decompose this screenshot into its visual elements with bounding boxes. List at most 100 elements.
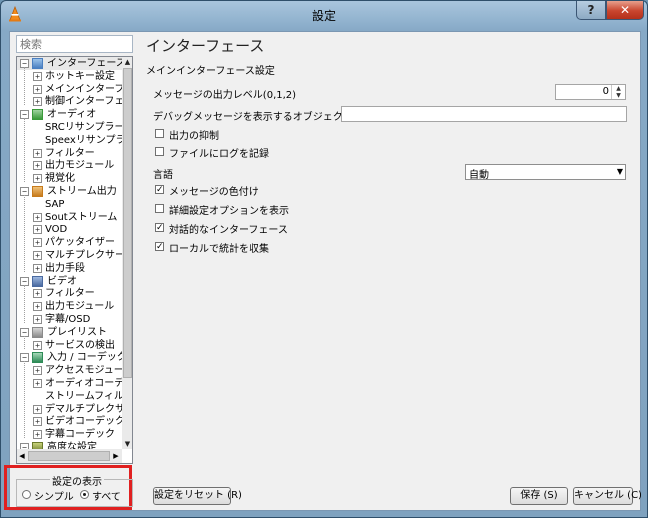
expand-icon[interactable]: + <box>33 212 42 222</box>
tree-item[interactable]: +メインインターフェー <box>17 83 122 96</box>
verbosity-spinbox[interactable]: 0 ▲ ▼ <box>555 84 626 100</box>
expand-icon[interactable]: + <box>33 379 42 388</box>
reset-preferences-button[interactable]: 設定をリセット (R) <box>153 487 242 505</box>
tree-item[interactable]: ストリームフィルター <box>17 390 122 403</box>
tree-item-label: VOD <box>45 224 68 236</box>
expand-icon[interactable]: + <box>33 148 42 158</box>
scroll-up-arrow-icon[interactable]: ▲ <box>122 57 132 67</box>
help-button[interactable]: ? <box>576 1 606 20</box>
file-logging-label[interactable]: ファイルにログを記録 <box>169 145 269 160</box>
expand-icon[interactable]: + <box>33 430 42 440</box>
simple-radio[interactable] <box>22 490 31 499</box>
quiet-checkbox[interactable] <box>155 129 164 138</box>
tree-category[interactable]: − 高度な設定 <box>17 441 122 449</box>
advanced-options-checkbox[interactable] <box>155 204 164 213</box>
tree-guide-line <box>24 284 25 323</box>
all-label[interactable]: すべて <box>92 488 121 503</box>
tree-item[interactable]: + フィルター <box>17 287 122 300</box>
tree-item[interactable]: + サービスの検出 <box>17 339 122 352</box>
tree-item[interactable]: + 出力モジュール <box>17 300 122 313</box>
tree-item[interactable]: SAP <box>17 198 122 211</box>
expand-icon[interactable]: + <box>33 315 42 324</box>
tree-item[interactable]: +制御インターフェー <box>17 95 122 108</box>
tree-category[interactable]: − プレイリスト <box>17 326 122 339</box>
color-messages-label[interactable]: メッセージの色付け <box>169 183 259 198</box>
tree-item[interactable]: + パケッタイザー <box>17 236 122 249</box>
tree-item[interactable]: + Soutストリーム <box>17 211 122 224</box>
expand-icon[interactable]: + <box>33 289 42 299</box>
dropdown-arrow-icon[interactable]: ▼ <box>617 167 623 176</box>
tree-item[interactable]: +アクセスモジュール <box>17 364 122 377</box>
tree-category[interactable]: − ビデオ <box>17 275 122 288</box>
scroll-right-arrow-icon[interactable]: ▶ <box>111 449 121 463</box>
expand-icon[interactable]: + <box>33 84 42 94</box>
tree-category[interactable]: − オーディオ <box>17 108 122 121</box>
local-stats-checkbox[interactable]: ✓ <box>155 242 164 252</box>
cancel-button[interactable]: キャンセル (C) <box>573 487 642 505</box>
playlist-icon <box>32 326 43 338</box>
tree-item[interactable]: + VOD <box>17 223 122 236</box>
tree-item-label: オーディオ <box>47 109 97 121</box>
tree-item[interactable]: + 字幕コーデック <box>17 428 122 441</box>
tree-item[interactable]: SRCリサンプラー <box>17 121 122 134</box>
color-messages-checkbox[interactable]: ✓ <box>155 185 164 195</box>
tree-item[interactable]: + フィルター <box>17 147 122 160</box>
expand-icon[interactable]: + <box>33 302 42 312</box>
vertical-scroll-thumb[interactable] <box>123 68 132 378</box>
spin-arrows-icon[interactable]: ▲ ▼ <box>611 85 625 99</box>
tree-category[interactable]: − 入力 / コーデック <box>17 351 122 364</box>
advanced-options-label[interactable]: 詳細設定オプションを表示 <box>169 202 289 217</box>
expand-icon[interactable]: + <box>33 161 42 171</box>
tree-horizontal-scrollbar[interactable]: ◀ ▶ <box>17 449 122 463</box>
tree-item[interactable]: +オーディオコーデッ <box>17 377 122 390</box>
tree-item-label: Soutストリーム <box>45 211 118 223</box>
language-select[interactable]: 自動 ▼ <box>465 164 626 181</box>
expand-icon[interactable]: + <box>33 366 42 376</box>
interactive-interface-label[interactable]: 対話的なインターフェース <box>169 221 288 236</box>
tree-item-label: 出力モジュール <box>45 301 115 313</box>
expand-icon[interactable]: + <box>33 251 42 260</box>
local-stats-label[interactable]: ローカルで統計を収集 <box>169 240 269 255</box>
close-button[interactable]: ✕ <box>606 1 644 20</box>
tree-item-label: 入力 / コーデック <box>47 352 122 364</box>
search-input[interactable] <box>16 35 133 53</box>
scroll-down-arrow-icon[interactable]: ▼ <box>122 439 132 449</box>
tree-item-label: SRCリサンプラー <box>45 122 122 133</box>
save-button[interactable]: 保存 (S) <box>510 487 568 505</box>
quiet-label[interactable]: 出力の抑制 <box>169 127 219 142</box>
expand-icon[interactable]: + <box>33 404 42 414</box>
tree-vertical-scrollbar[interactable]: ▲ ▼ <box>122 57 132 449</box>
expand-icon[interactable]: + <box>33 225 42 235</box>
tree-category[interactable]: − ストリーム出力 <box>17 185 122 198</box>
show-settings-group: 設定の表示 シンプル すべて <box>16 473 133 507</box>
expand-icon[interactable]: + <box>33 71 42 81</box>
title-bar[interactable]: 設定 ? ✕ <box>1 1 647 29</box>
interactive-interface-checkbox[interactable]: ✓ <box>155 223 164 233</box>
expand-icon[interactable]: + <box>33 238 42 248</box>
tree-item-label: 字幕/OSD <box>45 314 91 325</box>
expand-icon[interactable]: + <box>33 340 42 350</box>
tree-item[interactable]: + 視覚化 <box>17 172 122 185</box>
expand-icon[interactable]: + <box>33 174 42 184</box>
tree-guide-line <box>24 335 25 349</box>
tree-category[interactable]: − インターフェース <box>17 57 122 70</box>
tree-item[interactable]: + 出力手段 <box>17 262 122 275</box>
settings-window: 設定 ? ✕ −インターフェース+ホットキー設定+メインインターフェー+制御イン… <box>0 0 648 518</box>
expand-icon[interactable]: + <box>33 263 42 273</box>
tree-item[interactable]: + マルチプレクサー <box>17 249 122 262</box>
expand-icon[interactable]: + <box>33 97 42 107</box>
horizontal-scroll-thumb[interactable] <box>28 451 110 461</box>
simple-label[interactable]: シンプル <box>34 488 74 503</box>
expand-icon[interactable]: + <box>33 417 42 427</box>
tree-item[interactable]: + 出力モジュール <box>17 159 122 172</box>
tree-item-label: プレイリスト <box>47 326 107 338</box>
all-radio[interactable] <box>80 490 89 499</box>
scroll-left-arrow-icon[interactable]: ◀ <box>17 449 27 463</box>
tree-item[interactable]: + ビデオコーデック <box>17 415 122 428</box>
debug-objects-field[interactable] <box>341 106 627 122</box>
tree-item[interactable]: +デマルチプレクサー <box>17 403 122 416</box>
file-logging-checkbox[interactable] <box>155 147 164 156</box>
tree-item[interactable]: Speexリサンプラー <box>17 134 122 147</box>
tree-item[interactable]: + 字幕/OSD <box>17 313 122 326</box>
tree-item[interactable]: + ホットキー設定 <box>17 70 122 83</box>
